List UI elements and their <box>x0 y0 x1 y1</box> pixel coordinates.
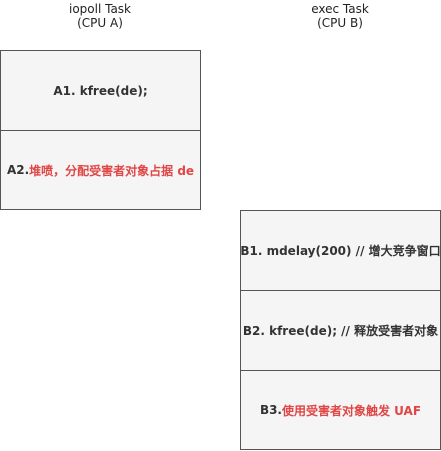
cpu-b-column-header: exec Task (CPU B) <box>240 2 440 30</box>
step-b1-text: B1. mdelay(200) // 增大竞争窗口 <box>240 244 441 258</box>
step-a2-highlight: 堆喷，分配受害者对象占据 de <box>29 163 195 178</box>
cpu-a-column-header: iopoll Task (CPU A) <box>0 2 200 30</box>
step-b1-box: B1. mdelay(200) // 增大竞争窗口 <box>240 210 441 291</box>
cpu-b-label: (CPU B) <box>317 16 363 30</box>
cpu-a-label: (CPU A) <box>77 16 123 30</box>
step-b3-box: B3. 使用受害者对象触发 UAF <box>240 370 441 450</box>
cpu-b-task-name: exec Task <box>311 2 369 16</box>
step-b3-highlight: 使用受害者对象触发 UAF <box>282 403 422 418</box>
cpu-a-task-name: iopoll Task <box>68 2 131 16</box>
step-a2-text: A2. <box>6 163 30 177</box>
step-b2-box: B2. kfree(de); // 释放受害者对象 <box>240 290 441 371</box>
step-a1-text: A1. kfree(de); <box>53 83 148 98</box>
step-a2-box: A2. 堆喷，分配受害者对象占据 de <box>0 130 201 210</box>
step-b2-text: B2. kfree(de); // 释放受害者对象 <box>242 324 439 338</box>
step-b3-text: B3. <box>259 403 282 417</box>
step-a1-box: A1. kfree(de); <box>0 50 201 131</box>
